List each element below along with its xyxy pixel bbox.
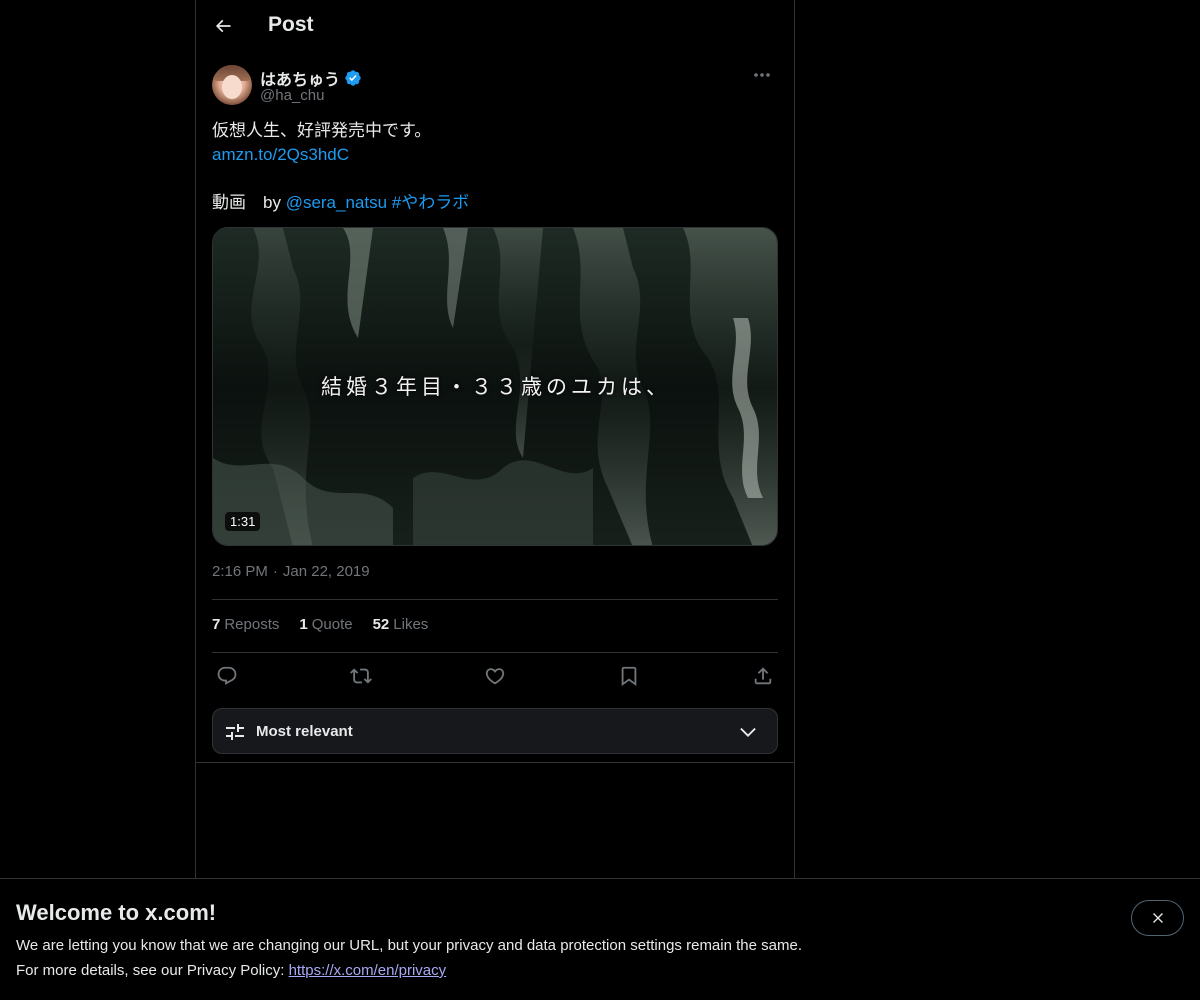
divider: [196, 762, 794, 763]
reposts-stat[interactable]: 7 Reposts: [212, 616, 279, 638]
more-dots-icon: [754, 73, 770, 77]
post-date: Jan 22, 2019: [282, 563, 370, 580]
like-button[interactable]: [480, 664, 510, 688]
post-header: Post: [196, 0, 794, 54]
reposts-label: Reposts: [224, 616, 280, 633]
video-caption: 結婚３年目・３３歳のユカは、: [321, 375, 671, 399]
video-player[interactable]: 結婚３年目・３３歳のユカは、 1:31: [212, 227, 778, 546]
like-icon: [485, 668, 505, 685]
timestamp-separator: ·: [272, 563, 278, 580]
post-time: 2:16 PM: [212, 563, 268, 580]
post-link[interactable]: amzn.to/2Qs3hdC: [212, 143, 778, 167]
post-text-line: 仮想人生、好評発売中です。: [212, 121, 432, 140]
banner-privacy-line: For more details, see our Privacy Policy…: [16, 962, 446, 979]
post-text-blank-line: [212, 167, 778, 191]
reply-button[interactable]: [212, 664, 242, 688]
reply-icon: [217, 666, 237, 685]
author-handle[interactable]: @ha_chu: [260, 87, 324, 104]
likes-stat[interactable]: 52 Likes: [373, 616, 429, 638]
back-button[interactable]: [206, 8, 240, 44]
privacy-policy-link[interactable]: https://x.com/en/privacy: [289, 962, 447, 979]
post-author: はあちゅう @ha_chu: [212, 65, 778, 107]
mention-link[interactable]: @sera_natsu: [286, 193, 387, 212]
page-title: Post: [268, 13, 314, 36]
post-actions: [212, 664, 778, 688]
sort-label: Most relevant: [256, 723, 353, 740]
repost-button[interactable]: [346, 664, 376, 688]
share-button[interactable]: [748, 664, 778, 688]
more-options-button[interactable]: [746, 65, 778, 85]
post-timestamp[interactable]: 2:16 PM · Jan 22, 2019: [212, 563, 370, 580]
bookmark-button[interactable]: [614, 664, 644, 688]
likes-label: Likes: [393, 616, 429, 633]
banner-message: We are letting you know that we are chan…: [16, 937, 802, 954]
quotes-stat[interactable]: 1 Quote: [299, 616, 352, 638]
likes-count: 52: [372, 616, 390, 633]
quotes-label: Quote: [311, 616, 353, 633]
main-column: Post はあちゅう @ha_chu 仮想人生、好評発売中です。 amzn.to…: [195, 0, 795, 880]
post-stats: 7 Reposts 1 Quote 52 Likes: [212, 616, 448, 638]
reposts-count: 7: [212, 616, 221, 633]
share-icon: [754, 667, 772, 685]
close-icon: [1152, 913, 1163, 923]
banner-title: Welcome to x.com!: [16, 900, 217, 925]
replies-sort-dropdown[interactable]: Most relevant: [212, 708, 778, 754]
divider: [212, 599, 778, 600]
post-text-line: 動画 by @sera_natsu #やわラボ: [212, 191, 778, 215]
avatar[interactable]: [212, 65, 252, 105]
post-text-prefix: 動画 by: [212, 193, 286, 212]
post-text: 仮想人生、好評発売中です。 amzn.to/2Qs3hdC 動画 by @ser…: [212, 119, 778, 215]
quotes-count: 1: [299, 616, 308, 633]
sliders-icon: [226, 724, 244, 740]
video-duration: 1:31: [225, 512, 261, 531]
repost-icon: [350, 668, 372, 684]
arrow-left-icon: [215, 19, 231, 33]
divider: [212, 652, 778, 653]
verified-badge-icon: [344, 69, 362, 87]
banner-privacy-prefix: For more details, see our Privacy Policy…: [16, 962, 289, 979]
chevron-down-icon: [740, 727, 756, 737]
banner-close-button[interactable]: [1131, 900, 1184, 936]
bookmark-icon: [621, 666, 637, 687]
url-change-banner: Welcome to x.com! We are letting you kno…: [0, 878, 1200, 1000]
hashtag-link[interactable]: #やわラボ: [392, 193, 469, 212]
